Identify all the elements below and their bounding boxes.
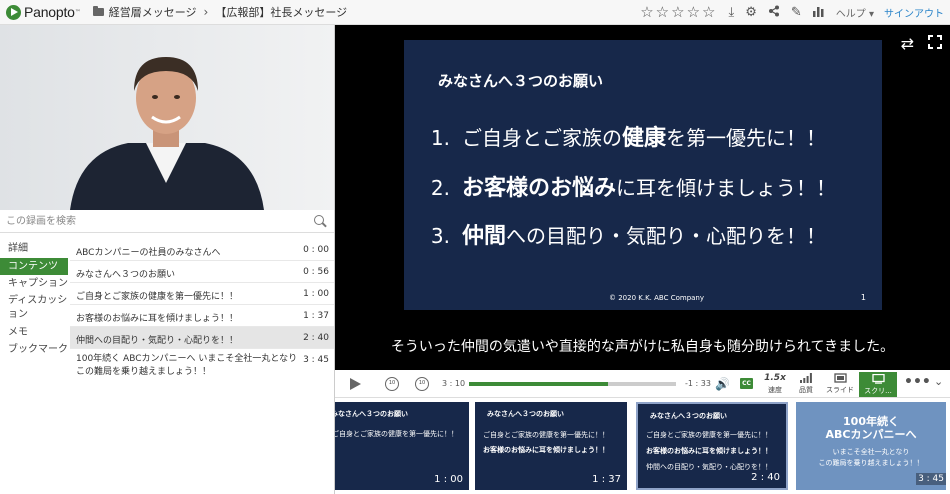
slide-item: 3. 仲間への目配り・気配り・心配りを！！ <box>430 224 827 249</box>
list-item-title: 100年続く ABCカンパニーへ いまこそ全社一丸となり この難局を乗り越えまし… <box>76 354 298 377</box>
thumbnail-time: 3 : 45 <box>916 473 946 485</box>
thumbnail-time: 1 : 37 <box>592 474 621 485</box>
thumbnail[interactable]: みなさんへ３つのお願い ご自身とご家族の健康を第一優先に！！ お客様のお悩みに耳… <box>475 402 627 490</box>
list-item[interactable]: みなさんへ３つのお願い 0 : 56 <box>70 261 334 283</box>
list-item-time: 1 : 37 <box>303 311 329 321</box>
forward-10-icon[interactable]: 10 <box>415 377 429 391</box>
rating-star-icon[interactable]: ☆ <box>702 5 715 20</box>
list-item-title: お客様のお悩みに耳を傾けましょう！！ <box>76 314 239 324</box>
list-item[interactable]: ABCカンパニーの社員のみなさんへ 0 : 00 <box>70 239 334 261</box>
logo-text: Panopto <box>24 4 75 20</box>
list-item-time: 0 : 00 <box>303 245 329 255</box>
quality-button[interactable]: 品質 <box>795 373 817 395</box>
signout-link[interactable]: サインアウト <box>884 5 944 20</box>
presenter-video[interactable] <box>0 25 334 210</box>
speed-button[interactable]: 1.5x 速度 <box>763 373 787 395</box>
contents-list: ABCカンパニーの社員のみなさんへ 0 : 00 みなさんへ３つのお願い 0 :… <box>70 239 334 383</box>
tab-bookmarks[interactable]: ブックマーク <box>0 341 68 359</box>
tab-discussion[interactable]: ディスカッション <box>0 293 68 324</box>
tab-captions[interactable]: キャプション <box>0 275 68 293</box>
list-item-title: 仲間への目配り・気配り・心配りを！！ <box>76 336 239 346</box>
chevron-down-icon[interactable]: ⌄ <box>934 375 943 388</box>
breadcrumb-separator-icon: › <box>203 5 209 19</box>
list-item[interactable]: 100年続く ABCカンパニーへ いまこそ全社一丸となり この難局を乗り越えまし… <box>70 349 334 383</box>
stats-icon[interactable] <box>812 6 824 20</box>
tab-contents[interactable]: コンテンツ <box>0 257 68 275</box>
list-item-selected[interactable]: 仲間への目配り・気配り・心配りを！！ 2 : 40 <box>70 327 334 349</box>
progress-fill <box>469 382 608 386</box>
main-video[interactable]: みなさんへ３つのお願い 1. ご自身とご家族の健康を第一優先に！！ 2. お客様のお… <box>335 25 950 370</box>
thumbnail-active[interactable]: みなさんへ３つのお願い ご自身とご家族の健康を第一優先に！！ お客様のお悩みに耳… <box>636 402 788 490</box>
search-bar <box>0 210 334 233</box>
monitor-icon <box>859 373 897 386</box>
screen-button[interactable]: スクリ... <box>859 372 897 397</box>
list-item-time: 0 : 56 <box>303 267 329 277</box>
thumbnail-time: 2 : 40 <box>751 472 780 483</box>
thumbnail[interactable]: 100年続く ABCカンパニーへ いまこそ全社一丸となり この難局を乗り越えましょう… <box>796 402 946 490</box>
player-controls: 10 10 3 : 10 -1 : 33 🔊 CC 1.5x 速度 品質 スライ… <box>335 370 950 398</box>
slide-item: 2. お客様のお悩みに耳を傾けましょう！！ <box>430 176 837 201</box>
play-icon[interactable] <box>350 378 361 390</box>
panopto-logo-icon <box>6 4 21 20</box>
caption-text: そういった仲間の気遣いや直接的な声がけに私自身も随分助けられてきました。 <box>390 339 895 355</box>
volume-icon[interactable]: 🔊 <box>715 377 730 391</box>
tab-details[interactable]: 詳細 <box>0 240 68 258</box>
download-icon[interactable]: ⤓ <box>728 6 734 19</box>
rewind-10-icon[interactable]: 10 <box>385 377 399 391</box>
help-menu[interactable]: ヘルプ ▾ <box>836 5 874 20</box>
list-item[interactable]: お客様のお悩みに耳を傾けましょう！！ 1 : 37 <box>70 305 334 327</box>
closed-caption-icon[interactable]: CC <box>740 378 753 389</box>
signal-bars-icon <box>795 373 817 385</box>
list-item-title: ご自身とご家族の健康を第一優先に！！ <box>76 292 239 302</box>
breadcrumb-session: 【広報部】社長メッセージ <box>215 6 348 19</box>
current-time: 3 : 10 <box>442 379 466 388</box>
list-item-title: ABCカンパニーの社員のみなさんへ <box>76 248 221 258</box>
rating-star-icon[interactable]: ☆ <box>640 5 653 20</box>
slide-page-number: 1 <box>860 293 866 302</box>
pencil-icon[interactable]: ✎ <box>791 6 802 19</box>
presentation-slide: みなさんへ３つのお願い 1. ご自身とご家族の健康を第一優先に！！ 2. お客様のお… <box>404 40 882 310</box>
search-input[interactable] <box>6 213 306 230</box>
top-bar: Panopto ™ 経営層メッセージ › 【広報部】社長メッセージ ☆ ☆ ☆ ☆… <box>0 0 950 25</box>
panopto-logo[interactable]: Panopto ™ <box>6 4 81 20</box>
rating-star-icon[interactable]: ☆ <box>656 5 669 20</box>
tab-discussion-label: ディスカッション <box>8 294 68 320</box>
more-options-icon[interactable]: ••• <box>904 374 931 390</box>
breadcrumb-folder[interactable]: 経営層メッセージ <box>109 4 197 20</box>
list-item[interactable]: ご自身とご家族の健康を第一優先に！！ 1 : 00 <box>70 283 334 305</box>
slides-icon <box>823 373 857 385</box>
swap-streams-icon[interactable]: ⇄ <box>901 34 914 53</box>
thumbnail[interactable]: みなさんへ３つのお願い ご自身とご家族の健康を第一優先に！！ 1 : 00 <box>335 402 469 490</box>
side-tabs: 詳細 コンテンツ キャプション ディスカッション メモ ブックマーク <box>0 240 68 359</box>
thumbnail-time: 1 : 00 <box>434 474 463 485</box>
slide-copyright: © 2020 K.K. ABC Company <box>609 294 705 302</box>
slides-button[interactable]: スライド <box>823 373 857 395</box>
list-item-time: 3 : 45 <box>303 355 329 365</box>
presenter-image <box>0 25 334 210</box>
share-icon[interactable] <box>768 5 780 20</box>
gear-icon[interactable]: ⚙ <box>745 6 757 19</box>
folder-icon <box>92 6 104 16</box>
list-item-title: みなさんへ３つのお願い <box>76 270 176 280</box>
slide-heading: みなさんへ３つのお願い <box>438 72 604 90</box>
fullscreen-icon[interactable] <box>928 35 942 49</box>
list-item-time: 2 : 40 <box>303 333 329 343</box>
breadcrumb: 経営層メッセージ › 【広報部】社長メッセージ <box>92 4 348 20</box>
tab-notes[interactable]: メモ <box>0 324 68 342</box>
progress-bar[interactable] <box>469 382 676 386</box>
remaining-time: -1 : 33 <box>685 379 711 388</box>
list-item-time: 1 : 00 <box>303 289 329 299</box>
rating-star-icon[interactable]: ☆ <box>671 5 684 20</box>
search-icon[interactable] <box>314 215 324 225</box>
thumbnail-strip: みなさんへ３つのお願い ご自身とご家族の健康を第一優先に！！ 1 : 00 みな… <box>335 398 950 494</box>
slide-item: 1. ご自身とご家族の健康を第一優先に！！ <box>430 126 827 151</box>
rating-star-icon[interactable]: ☆ <box>687 5 700 20</box>
